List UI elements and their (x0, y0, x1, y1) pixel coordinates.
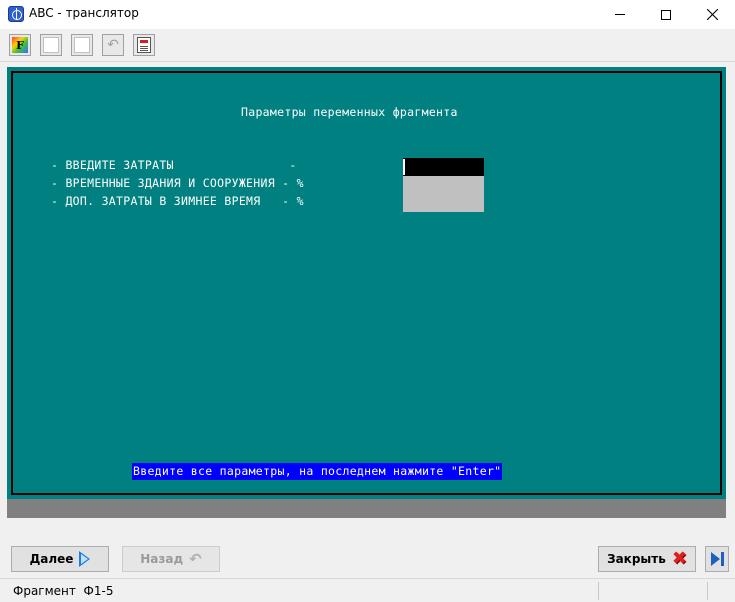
font-color-icon: F (12, 37, 28, 53)
toolbar-button-2[interactable] (40, 34, 62, 56)
console-title: Параметры переменных фрагмента (241, 105, 458, 119)
close-button-label: Закрыть (607, 552, 666, 566)
param-label-winter-costs: - ДОП. ЗАТРАТЫ В ЗИМНЕЕ ВРЕМЯ - % (51, 194, 304, 208)
next-button[interactable]: Далее (11, 546, 109, 572)
toolbar-button-3[interactable] (71, 34, 93, 56)
font-color-button[interactable]: F (9, 34, 31, 56)
hint-message: Введите все параметры, на последнем нажм… (132, 463, 503, 480)
minimize-button[interactable] (597, 0, 643, 29)
param-label-temp-buildings: - ВРЕМЕННЫЕ ЗДАНИЯ И СООРУЖЕНИЯ - % (51, 176, 304, 190)
back-button-label: Назад (140, 552, 184, 566)
blank-icon (74, 37, 90, 53)
title-bar: ABC - транслятор (0, 0, 735, 29)
blank-icon (43, 37, 59, 53)
console-screen: Параметры переменных фрагмента - ВВЕДИТЕ… (7, 67, 726, 499)
status-divider (707, 582, 708, 600)
toolbar: F ↶ (0, 29, 735, 62)
status-divider (598, 582, 599, 600)
skip-end-icon (710, 552, 724, 566)
font-glyph: F (16, 38, 24, 52)
undo-icon: ↶ (107, 37, 119, 53)
document-icon (137, 37, 151, 53)
undo-button[interactable]: ↶ (102, 34, 124, 56)
status-fragment: Фрагмент Ф1-5 (13, 584, 113, 598)
temp-buildings-input[interactable] (403, 176, 484, 194)
back-button[interactable]: Назад ↶ (122, 546, 220, 572)
document-button[interactable] (133, 34, 155, 56)
app-logo-icon (8, 6, 24, 22)
fragment-value: Ф1-5 (83, 584, 114, 598)
close-icon (706, 9, 718, 20)
back-arrow-icon: ↶ (189, 550, 202, 568)
fragment-label: Фрагмент (13, 584, 76, 598)
console-panel: Параметры переменных фрагмента - ВВЕДИТЕ… (7, 67, 726, 518)
maximize-button[interactable] (643, 0, 689, 29)
status-bar: Фрагмент Ф1-5 (0, 578, 735, 602)
next-button-label: Далее (29, 552, 74, 566)
winter-costs-input[interactable] (403, 194, 484, 212)
close-window-button[interactable] (689, 0, 735, 29)
costs-input[interactable] (403, 158, 484, 176)
window-title: ABC - транслятор (29, 6, 139, 20)
console-frame (11, 71, 722, 495)
minimize-icon (615, 14, 625, 15)
app-window: ABC - транслятор F ↶ Параметры переменны… (0, 0, 735, 602)
arrow-right-icon (79, 551, 91, 567)
close-button[interactable]: Закрыть ✖ (598, 546, 696, 572)
param-label-costs: - ВВЕДИТЕ ЗАТРАТЫ - (51, 158, 297, 172)
red-x-icon: ✖ (671, 548, 687, 569)
maximize-icon (661, 9, 671, 20)
go-to-end-button[interactable] (705, 546, 729, 572)
